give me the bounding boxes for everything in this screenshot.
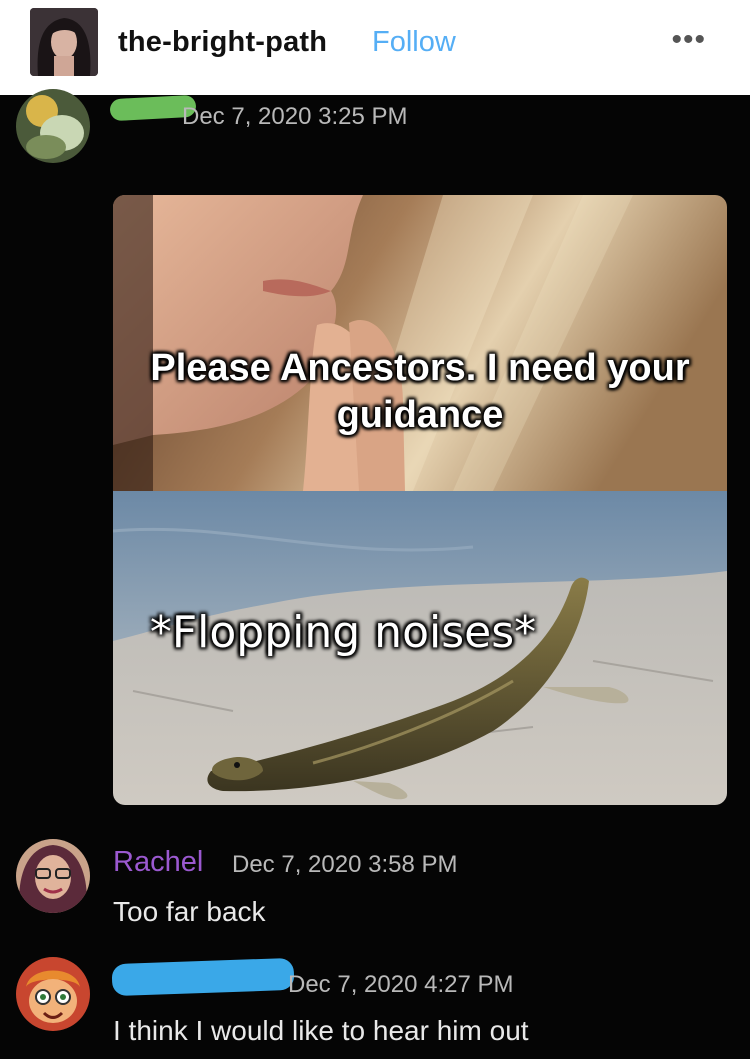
message-timestamp: Dec 7, 2020 3:58 PM xyxy=(232,851,458,878)
avatar xyxy=(16,89,90,163)
follow-button[interactable]: Follow xyxy=(372,26,456,59)
avatar xyxy=(16,957,90,1031)
avatar xyxy=(16,839,90,913)
chat-screenshot: Dec 7, 2020 3:25 PM Please Ancestors. I … xyxy=(0,89,750,1059)
message-text: Too far back xyxy=(113,896,266,927)
message-text: I think I would like to hear him out xyxy=(113,1015,529,1046)
blog-name-link[interactable]: the-bright-path xyxy=(118,26,327,59)
message-timestamp: Dec 7, 2020 3:25 PM xyxy=(182,103,408,130)
message-username[interactable]: Rachel xyxy=(113,846,203,879)
meme-image-attachment[interactable]: Please Ancestors. I need your guidance *… xyxy=(113,195,727,805)
praying-woman-panel xyxy=(113,195,727,491)
tumblr-post-header: the-bright-path Follow ••• xyxy=(0,0,750,95)
meme-bottom-caption: *Flopping noises* xyxy=(149,607,537,658)
blog-avatar[interactable] xyxy=(30,8,98,76)
ellipsis-icon[interactable]: ••• xyxy=(671,23,706,57)
redacted-username xyxy=(111,957,295,997)
message-timestamp: Dec 7, 2020 4:27 PM xyxy=(288,971,514,998)
meme-top-caption: Please Ancestors. I need your guidance xyxy=(150,347,690,436)
